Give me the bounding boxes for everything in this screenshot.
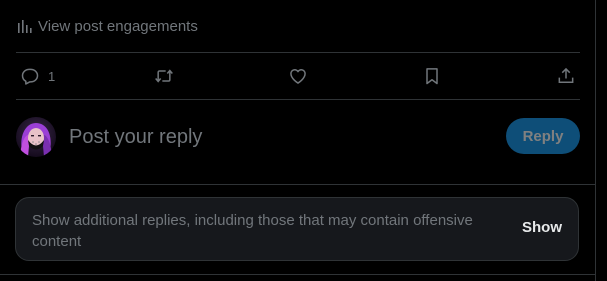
additional-replies-text: Show additional replies, including those… — [32, 212, 473, 250]
scrollbar[interactable] — [595, 0, 607, 281]
share-action-button[interactable] — [556, 60, 576, 92]
like-action-button[interactable] — [288, 60, 308, 92]
bookmark-action-button[interactable] — [422, 60, 442, 92]
reply-composer: Reply — [16, 116, 580, 158]
share-icon — [558, 67, 574, 83]
reply-input[interactable] — [69, 120, 489, 154]
view-engagements-label: View post engagements — [38, 17, 198, 35]
reply-submit-button[interactable]: Reply — [506, 118, 580, 154]
divider — [16, 99, 580, 100]
show-replies-button[interactable]: Show — [522, 219, 562, 236]
user-avatar[interactable] — [16, 117, 56, 157]
repost-icon — [155, 69, 173, 83]
section-divider — [0, 274, 596, 275]
bookmark-icon — [426, 68, 438, 85]
divider — [16, 52, 580, 53]
action-bar: 1 — [16, 60, 580, 92]
post-detail-view: View post engagements 1 Post your reply … — [0, 0, 607, 281]
repost-action-button[interactable] — [154, 60, 174, 92]
heart-icon — [290, 69, 306, 84]
additional-replies-notice: Show additional replies, including those… — [15, 197, 579, 261]
reply-icon — [21, 68, 39, 85]
view-engagements-link[interactable]: View post engagements — [17, 14, 198, 38]
bar-chart-icon — [17, 19, 32, 34]
reply-count: 1 — [48, 68, 56, 84]
reply-action-button[interactable]: 1 — [20, 60, 55, 92]
section-divider — [0, 184, 596, 185]
scrollbar-thumb[interactable] — [597, 0, 606, 281]
